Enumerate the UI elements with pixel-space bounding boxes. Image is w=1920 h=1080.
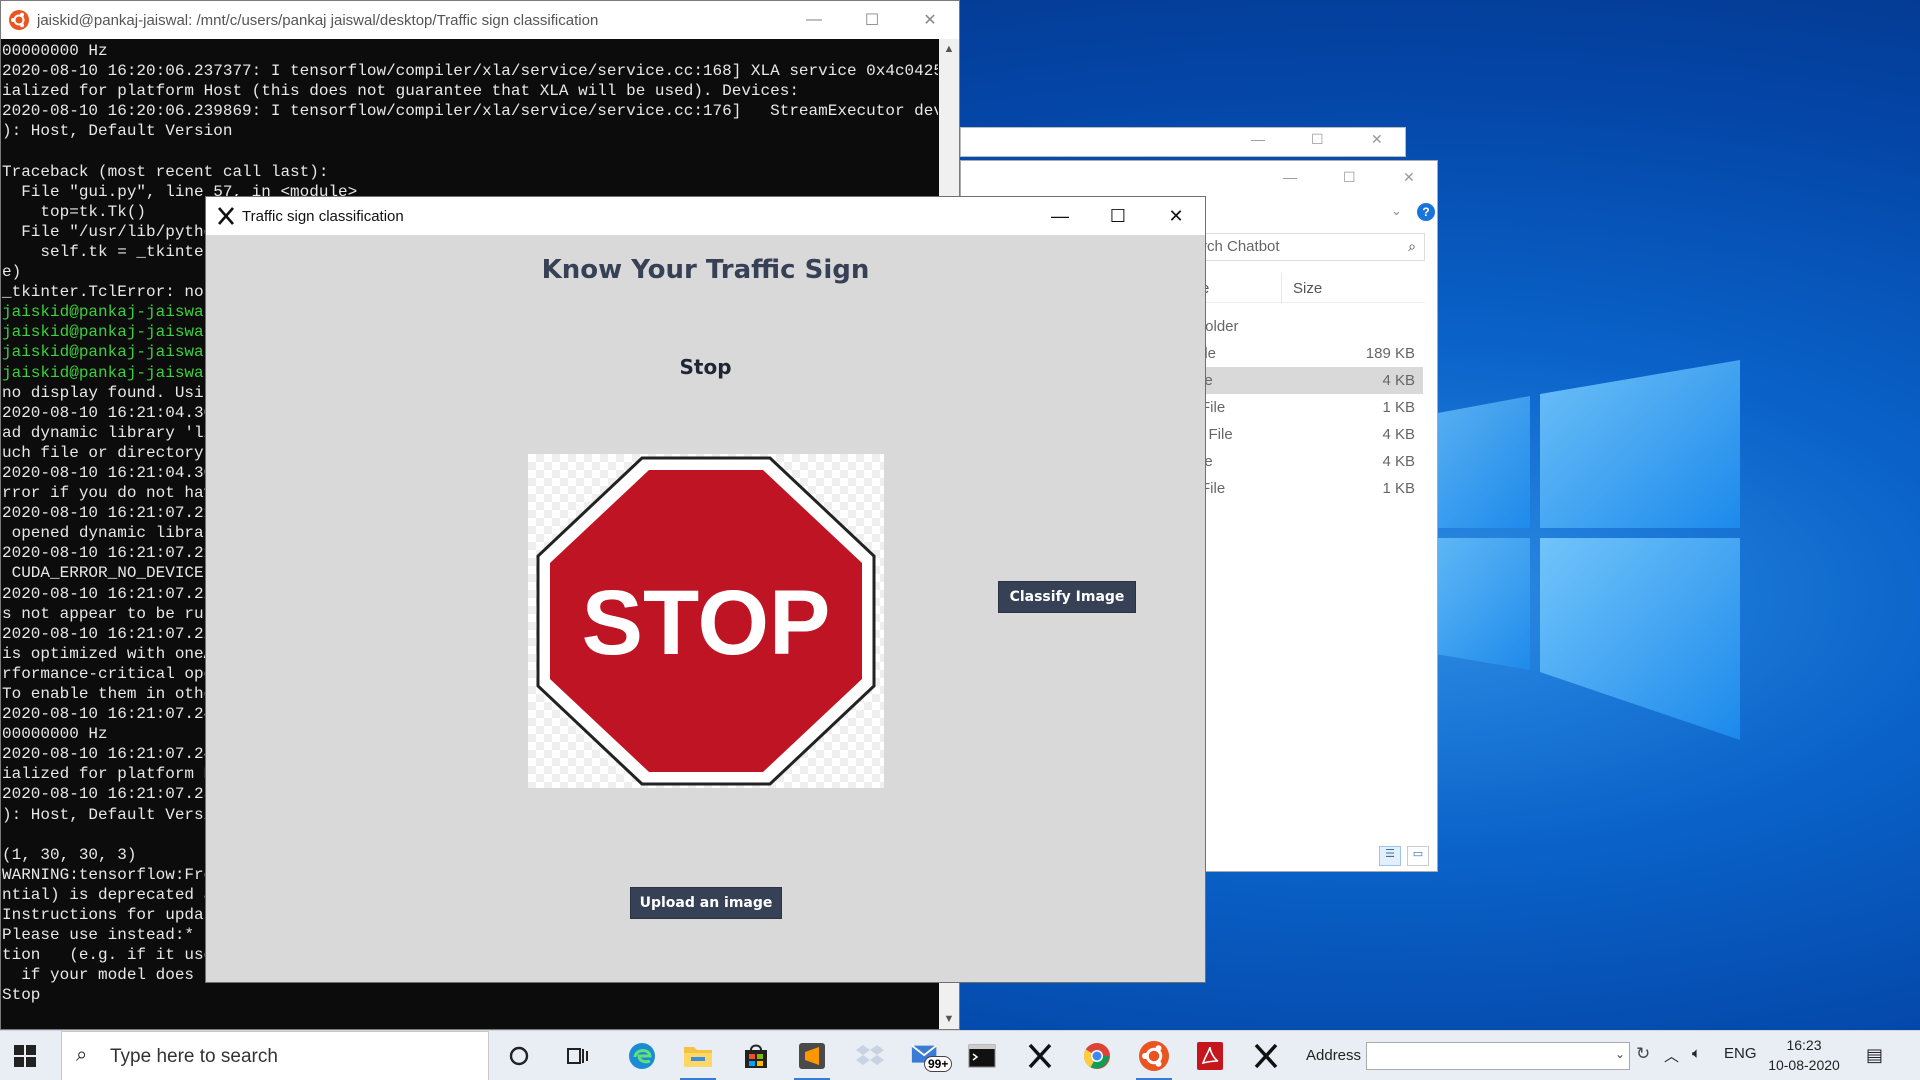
minimize-button[interactable]: — xyxy=(1251,131,1265,147)
search-icon: ⌕ xyxy=(1408,238,1416,254)
windows-start-icon[interactable] xyxy=(14,1045,36,1067)
terminal-titlebar[interactable]: jaiskid@pankaj-jaiswal: /mnt/c/users/pan… xyxy=(1,1,959,39)
classification-result: Stop xyxy=(679,355,732,379)
file-size: 1 KB xyxy=(1382,399,1415,416)
search-placeholder: rch Chatbot xyxy=(1202,238,1280,255)
file-explorer-icon[interactable] xyxy=(682,1040,714,1072)
taskbar: ⌕ Type here to search 99+ Address ⌄ ↻ ︿ … xyxy=(0,1030,1920,1080)
file-size: 4 KB xyxy=(1382,372,1415,389)
volume-icon[interactable]: 🔈︎ xyxy=(1692,1045,1701,1062)
mail-badge: 99+ xyxy=(924,1056,953,1072)
details-view-icon[interactable]: ☰ xyxy=(1379,846,1401,866)
explorer-window-back[interactable]: — ☐ ✕ xyxy=(960,127,1406,157)
app-heading: Know Your Traffic Sign xyxy=(541,255,870,285)
size-column-header[interactable]: Size xyxy=(1293,280,1322,297)
xming-icon xyxy=(218,207,234,225)
ubuntu-icon[interactable] xyxy=(1138,1040,1170,1072)
terminal-line: 00000000 Hz xyxy=(2,42,108,60)
maximize-button[interactable]: ☐ xyxy=(1343,169,1356,186)
terminal-line: Stop xyxy=(2,986,41,1005)
xming-icon[interactable] xyxy=(1250,1040,1282,1072)
file-size: 4 KB xyxy=(1382,453,1415,470)
terminal-line: 2020-08-10 16:20:06.239869: I tensorflow… xyxy=(2,102,938,121)
search-icon: ⌕ xyxy=(76,1044,88,1066)
system-clock[interactable]: 16:23 10-08-2020 xyxy=(1768,1035,1840,1075)
file-list-item[interactable]: ile 189 KB xyxy=(1201,340,1423,367)
taskbar-search-placeholder: Type here to search xyxy=(110,1046,278,1067)
taskbar-search-box[interactable]: ⌕ Type here to search xyxy=(61,1031,489,1080)
minimize-button[interactable]: — xyxy=(1283,169,1297,185)
upload-image-button[interactable]: Upload an image xyxy=(630,887,782,919)
terminal-title: jaiskid@pankaj-jaiswal: /mnt/c/users/pan… xyxy=(37,11,599,29)
file-list-item[interactable]: le 4 KB xyxy=(1201,448,1423,475)
input-language[interactable]: ENG xyxy=(1724,1045,1757,1062)
file-size: 1 KB xyxy=(1382,480,1415,497)
terminal-line: ): Host, Default Version xyxy=(2,122,233,141)
column-divider[interactable] xyxy=(1281,273,1282,303)
cmd-icon[interactable] xyxy=(966,1040,998,1072)
scroll-up-arrow-icon[interactable]: ▲ xyxy=(939,39,959,59)
file-list-item[interactable]: folder xyxy=(1201,313,1423,340)
file-size: 4 KB xyxy=(1382,426,1415,443)
address-input[interactable]: ⌄ xyxy=(1366,1042,1630,1070)
file-list-item[interactable]: le 4 KB xyxy=(1201,367,1423,394)
large-icons-view-icon[interactable]: ▭ xyxy=(1407,846,1429,866)
ubuntu-icon xyxy=(9,10,29,30)
classify-image-button[interactable]: Classify Image xyxy=(998,581,1136,613)
mail-icon[interactable]: 99+ xyxy=(910,1040,953,1072)
chevron-down-icon[interactable]: ⌄ xyxy=(1615,1047,1625,1061)
refresh-icon[interactable]: ↻ xyxy=(1636,1044,1650,1064)
sublime-text-icon[interactable] xyxy=(796,1040,828,1072)
dropbox-icon[interactable] xyxy=(854,1040,886,1072)
maximize-button[interactable]: ☐ xyxy=(1089,197,1147,235)
file-list-item[interactable]: l File 4 KB xyxy=(1201,421,1423,448)
clock-date: 10-08-2020 xyxy=(1768,1057,1840,1073)
acrobat-icon[interactable] xyxy=(1194,1040,1226,1072)
stop-sign-icon: STOP xyxy=(536,456,876,786)
help-icon[interactable]: ? xyxy=(1417,203,1435,221)
cortana-icon[interactable] xyxy=(503,1040,535,1072)
uploaded-sign-image: STOP xyxy=(528,454,884,788)
traffic-sign-app-window[interactable]: Traffic sign classification — ☐ ✕ Know Y… xyxy=(205,196,1206,983)
edge-icon[interactable] xyxy=(626,1040,658,1072)
close-button[interactable]: ✕ xyxy=(1147,197,1205,235)
store-icon[interactable] xyxy=(740,1040,772,1072)
action-center-icon[interactable]: ▤ xyxy=(1866,1045,1883,1066)
address-toolbar-label: Address xyxy=(1306,1047,1362,1064)
close-button[interactable]: ✕ xyxy=(1403,169,1415,186)
terminal-line: ialized for platform Host (this does not… xyxy=(2,82,799,101)
file-list-item[interactable]: File 1 KB xyxy=(1201,475,1423,502)
xming-icon[interactable] xyxy=(1024,1040,1056,1072)
column-header[interactable]: e Size xyxy=(1201,273,1425,303)
chevron-down-icon[interactable]: ⌄ xyxy=(1391,203,1402,219)
terminal-line: Traceback (most recent call last): xyxy=(2,162,329,181)
file-type: folder xyxy=(1201,318,1239,335)
app-title: Traffic sign classification xyxy=(242,207,404,225)
terminal-line: 2020-08-10 16:20:06.237377: I tensorflow… xyxy=(2,62,938,81)
clock-time: 16:23 xyxy=(1786,1037,1822,1053)
show-hidden-icons-chevron-icon[interactable]: ︿ xyxy=(1664,1045,1679,1066)
minimize-button[interactable]: — xyxy=(1031,197,1089,235)
chrome-icon[interactable] xyxy=(1081,1040,1113,1072)
windows-wallpaper-logo xyxy=(1400,360,1740,740)
stop-sign-text: STOP xyxy=(582,572,831,674)
maximize-button[interactable]: ☐ xyxy=(1311,131,1324,148)
task-view-icon[interactable] xyxy=(562,1040,594,1072)
file-list-item[interactable]: File 1 KB xyxy=(1201,394,1423,421)
close-button[interactable]: ✕ xyxy=(1371,131,1383,148)
close-button[interactable]: ✕ xyxy=(901,1,959,39)
search-input[interactable]: rch Chatbot ⌕ xyxy=(1201,233,1425,261)
maximize-button[interactable]: ☐ xyxy=(843,1,901,39)
app-titlebar[interactable]: Traffic sign classification — ☐ ✕ xyxy=(206,197,1205,235)
file-size: 189 KB xyxy=(1365,345,1415,362)
scroll-down-arrow-icon[interactable]: ▼ xyxy=(939,1009,959,1029)
minimize-button[interactable]: — xyxy=(785,1,843,39)
